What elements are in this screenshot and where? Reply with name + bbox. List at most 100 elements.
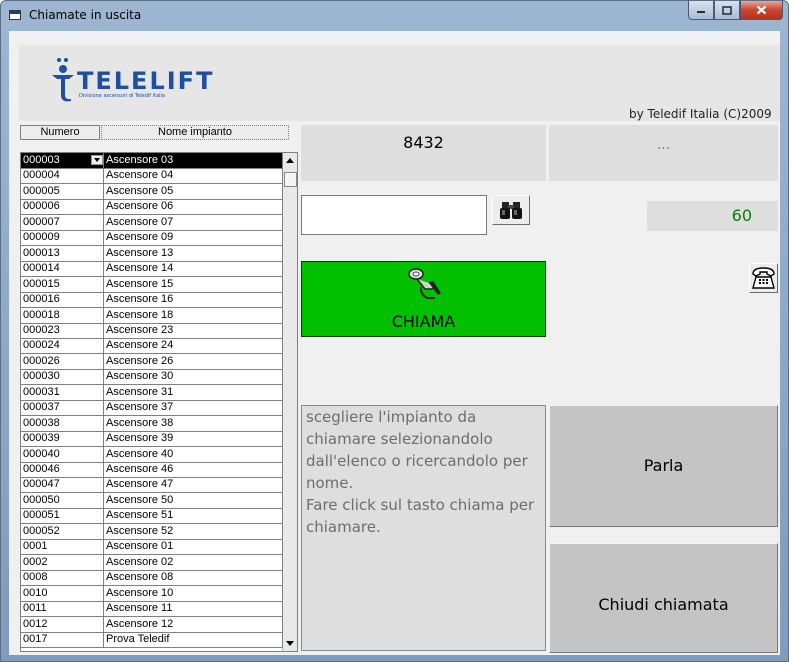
row-nome-cell: Ascensore 06 [104, 199, 283, 216]
table-row[interactable]: 0011 Ascensore 11 [21, 601, 283, 618]
scroll-thumb[interactable] [284, 172, 297, 187]
talk-button[interactable]: Parla [549, 405, 778, 527]
maximize-icon[interactable] [714, 1, 740, 20]
row-numero-cell: 000013 [21, 245, 104, 262]
row-nome-cell: Ascensore 03 [104, 153, 283, 169]
chevron-down-icon[interactable] [91, 155, 103, 165]
table-row[interactable]: 000026 Ascensore 26 [21, 353, 283, 370]
row-numero-cell: 0012 [21, 616, 104, 633]
row-numero-cell: 000039 [21, 431, 104, 448]
title-bar[interactable]: Chiamate in uscita [1, 1, 788, 31]
instructions-text: scegliere l'impianto da chiamare selezio… [301, 405, 546, 651]
table-row[interactable]: 000047 Ascensore 47 [21, 477, 283, 494]
table-row[interactable]: 000018 Ascensore 18 [21, 307, 283, 324]
status-display-value: ... [656, 137, 671, 153]
table-row[interactable]: 0001 Ascensore 01 [21, 539, 283, 556]
table-row[interactable]: 000015 Ascensore 15 [21, 276, 283, 293]
row-numero-cell: 000047 [21, 477, 104, 494]
table-row[interactable]: 000016 Ascensore 16 [21, 292, 283, 309]
binoculars-icon [500, 202, 522, 219]
window-controls [688, 1, 783, 21]
list-scrollbar[interactable] [282, 153, 297, 651]
row-numero-cell: 000018 [21, 307, 104, 324]
row-numero-cell: 000038 [21, 415, 104, 432]
minimize-icon[interactable] [688, 1, 714, 20]
telephone-icon [752, 267, 775, 289]
scroll-up-icon[interactable] [286, 158, 294, 163]
table-row[interactable]: 0010 Ascensore 10 [21, 585, 283, 602]
row-numero-cell: 000005 [21, 183, 104, 200]
table-row[interactable]: 000050 Ascensore 50 [21, 492, 283, 509]
table-row[interactable]: 000005 Ascensore 05 [21, 183, 283, 200]
row-nome-cell: Ascensore 12 [104, 616, 283, 633]
table-row[interactable]: 000014 Ascensore 14 [21, 261, 283, 278]
row-nome-cell: Ascensore 40 [104, 446, 283, 463]
row-numero-cell: 000030 [21, 369, 104, 386]
table-row[interactable]: 0012 Ascensore 12 [21, 616, 283, 633]
status-display: ... [549, 125, 778, 181]
row-nome-cell: Ascensore 23 [104, 322, 283, 339]
table-row[interactable]: 000023 Ascensore 23 [21, 322, 283, 339]
instructions-line: scegliere l'impianto da chiamare selezio… [306, 408, 528, 492]
row-numero-cell: 000051 [21, 508, 104, 525]
row-numero-cell: 000040 [21, 446, 104, 463]
search-button[interactable] [492, 195, 530, 225]
table-row[interactable]: 0017 Prova Teledif [21, 631, 283, 648]
row-nome-cell: Ascensore 09 [104, 230, 283, 247]
table-row[interactable]: 000046 Ascensore 46 [21, 462, 283, 478]
row-nome-cell: Ascensore 38 [104, 415, 283, 432]
row-nome-cell: Ascensore 07 [104, 214, 283, 231]
row-nome-cell: Ascensore 47 [104, 477, 283, 494]
scroll-down-icon[interactable] [286, 641, 294, 646]
row-numero-cell: 000031 [21, 384, 104, 401]
table-row[interactable]: 000038 Ascensore 38 [21, 415, 283, 432]
column-header-nome-impianto[interactable]: Nome impianto [101, 125, 289, 140]
instructions-line: Fare click sul tasto chiama per chiamare… [306, 496, 535, 536]
call-button-label: CHIAMA [391, 312, 456, 331]
column-header-numero[interactable]: Numero [20, 125, 100, 140]
table-row[interactable]: 0008 Ascensore 08 [21, 570, 283, 587]
row-nome-cell: Ascensore 05 [104, 183, 283, 200]
number-display-value: 8432 [403, 133, 444, 152]
search-input[interactable] [301, 195, 487, 235]
table-row[interactable]: 000003 Ascensore 03 [21, 153, 283, 169]
row-nome-cell: Ascensore 51 [104, 508, 283, 525]
table-row[interactable]: 000024 Ascensore 24 [21, 338, 283, 355]
close-icon[interactable] [740, 1, 783, 20]
table-row[interactable]: 000039 Ascensore 39 [21, 431, 283, 448]
table-row[interactable]: 0002 Ascensore 02 [21, 554, 283, 571]
phone-button[interactable] [749, 263, 778, 293]
call-button[interactable]: CHIAMA [301, 261, 546, 337]
row-numero-cell: 000050 [21, 492, 104, 509]
row-nome-cell: Ascensore 26 [104, 353, 283, 370]
row-nome-cell: Ascensore 15 [104, 276, 283, 293]
row-nome-cell: Ascensore 04 [104, 168, 283, 185]
table-row[interactable]: 000006 Ascensore 06 [21, 199, 283, 216]
row-numero-cell: 000023 [21, 322, 104, 339]
row-nome-cell: Ascensore 52 [104, 523, 283, 540]
phone-handset-icon [408, 268, 441, 299]
table-row[interactable]: 000040 Ascensore 40 [21, 446, 283, 463]
table-row[interactable]: 000009 Ascensore 09 [21, 230, 283, 247]
table-row[interactable]: 000007 Ascensore 07 [21, 214, 283, 231]
table-row[interactable]: 000013 Ascensore 13 [21, 245, 283, 262]
table-row[interactable]: 000030 Ascensore 30 [21, 369, 283, 386]
row-numero-cell: 000009 [21, 230, 104, 247]
row-numero-cell: 0010 [21, 585, 104, 602]
plant-list[interactable]: 000003 Ascensore 03 000004 Ascensore 04 0000… [20, 152, 298, 652]
row-numero-cell: 000037 [21, 400, 104, 417]
row-nome-cell: Ascensore 50 [104, 492, 283, 509]
row-nome-cell: Ascensore 01 [104, 539, 283, 556]
logo-text: TELELIFT [77, 67, 215, 95]
row-numero-cell: 000004 [21, 168, 104, 185]
hangup-button[interactable]: Chiudi chiamata [549, 543, 778, 653]
table-row[interactable]: 000052 Ascensore 52 [21, 523, 283, 540]
instructions-lines: scegliere l'impianto da chiamare selezio… [306, 406, 541, 538]
table-row[interactable]: 000004 Ascensore 04 [21, 168, 283, 185]
table-row[interactable]: 000037 Ascensore 37 [21, 400, 283, 417]
row-numero-cell: 0011 [21, 601, 104, 618]
table-row[interactable]: 000051 Ascensore 51 [21, 508, 283, 525]
row-numero-cell: 0008 [21, 570, 104, 587]
table-row[interactable]: 000031 Ascensore 31 [21, 384, 283, 401]
counter-display: 60 [647, 201, 778, 231]
